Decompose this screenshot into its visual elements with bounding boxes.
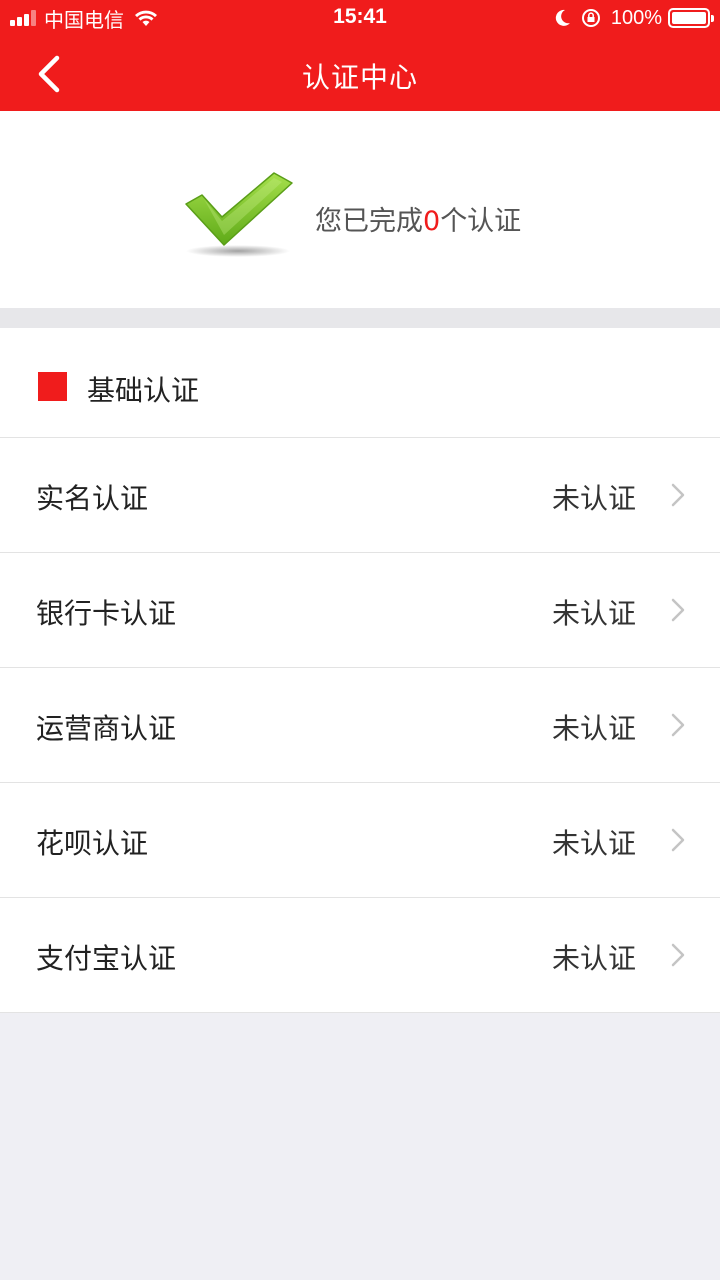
item-label: 花呗认证 — [36, 827, 149, 860]
item-label: 运营商认证 — [36, 712, 177, 745]
nav-bar: 认证中心 — [0, 36, 720, 111]
item-status: 未认证 — [551, 712, 636, 745]
battery-percent: 100% — [610, 6, 662, 29]
list-item-huabei[interactable]: 花呗认证 未认证 — [0, 783, 720, 898]
chevron-right-icon — [670, 481, 686, 509]
completed-suffix: 个认证 — [440, 206, 522, 237]
chevron-right-icon — [670, 711, 686, 739]
section-header: 基础认证 — [0, 328, 720, 438]
item-status: 未认证 — [551, 942, 636, 975]
list-item-bank-card[interactable]: 银行卡认证 未认证 — [0, 553, 720, 668]
list-item-carrier[interactable]: 运营商认证 未认证 — [0, 668, 720, 783]
completed-count-text: 您已完成0个认证 — [315, 199, 521, 238]
battery-icon — [668, 8, 714, 28]
chevron-right-icon — [670, 826, 686, 854]
item-label: 实名认证 — [36, 482, 149, 515]
list-item-real-name[interactable]: 实名认证 未认证 — [0, 438, 720, 553]
chevron-right-icon — [670, 596, 686, 624]
item-status: 未认证 — [551, 482, 636, 515]
checkmark-icon — [182, 169, 294, 271]
item-status: 未认证 — [551, 597, 636, 630]
status-right: 100% — [555, 5, 714, 31]
chevron-right-icon — [670, 941, 686, 969]
status-bar: 中国电信 15:41 100% — [0, 0, 720, 36]
list-item-alipay[interactable]: 支付宝认证 未认证 — [0, 898, 720, 1013]
item-status: 未认证 — [551, 827, 636, 860]
rotation-lock-icon — [581, 8, 601, 28]
moon-icon — [555, 9, 571, 27]
page-title: 认证中心 — [301, 61, 418, 94]
item-label: 支付宝认证 — [36, 942, 177, 975]
completed-count: 0 — [423, 206, 441, 237]
completed-prefix: 您已完成 — [315, 206, 423, 237]
section-marker — [38, 372, 67, 401]
verification-summary: 您已完成0个认证 — [0, 111, 720, 308]
item-label: 银行卡认证 — [36, 597, 177, 630]
section-divider — [0, 308, 720, 328]
basic-verification-section: 基础认证 实名认证 未认证 银行卡认证 未认证 运营商认证 未认证 花呗认证 未… — [0, 328, 720, 1013]
section-title: 基础认证 — [87, 374, 200, 407]
